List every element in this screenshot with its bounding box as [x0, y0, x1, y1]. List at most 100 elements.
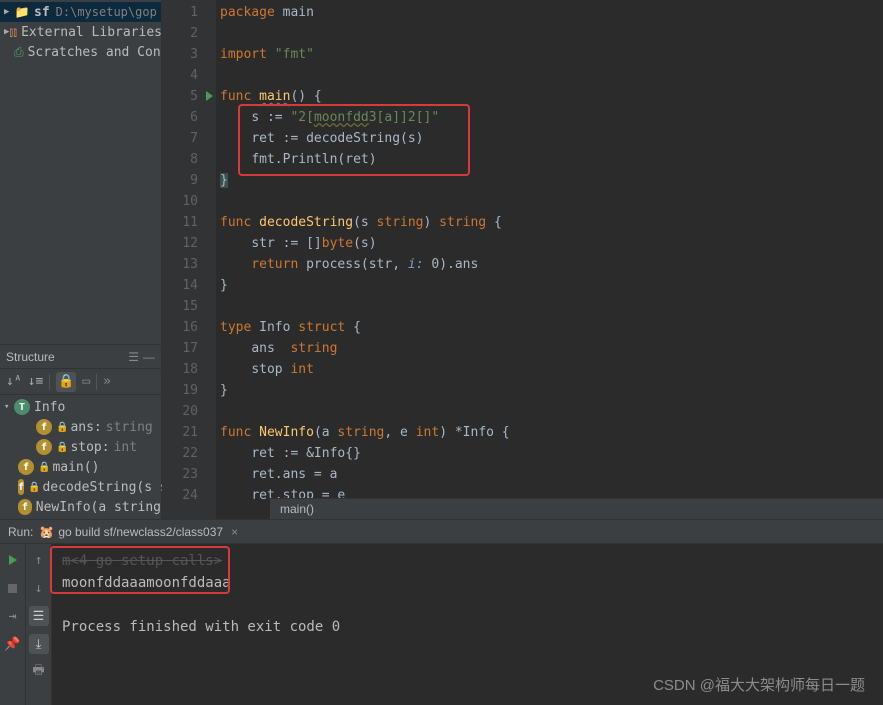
node-label: main() — [52, 460, 99, 475]
structure-node-main[interactable]: f 🔒 main() — [0, 457, 161, 477]
breadcrumb-bar[interactable]: main() — [270, 498, 883, 519]
project-root-row[interactable]: ▶ 📁 sf D:\mysetup\gop — [0, 2, 161, 22]
go-icon: 🐹 — [39, 525, 54, 539]
minimize-icon[interactable]: — — [143, 350, 155, 364]
console-dim-line: m<4 go setup calls> — [62, 550, 873, 572]
stop-button[interactable] — [3, 578, 23, 598]
soft-wrap-button[interactable]: ☰ — [29, 606, 49, 626]
lock-icon: 🔒 — [56, 422, 68, 433]
structure-node-ans[interactable]: f 🔒 ans: string — [0, 417, 161, 437]
exit-button[interactable]: ⇥ — [3, 606, 23, 626]
line-number[interactable]: 19 — [162, 380, 216, 401]
scratches-row[interactable]: ⎙ Scratches and Cons — [0, 42, 161, 62]
up-button[interactable]: ↑ — [29, 550, 49, 570]
print-button[interactable]: 🖶 — [29, 662, 49, 682]
structure-node-newinfo[interactable]: f NewInfo(a string — [0, 497, 161, 517]
line-number[interactable]: 1 — [162, 2, 216, 23]
run-toolbar-right: ↑ ↓ ☰ ⤓ 🖶 — [26, 544, 52, 705]
sort-visibility-icon[interactable]: ↓≡ — [28, 374, 44, 389]
node-label: decodeString(s s — [42, 480, 167, 495]
chevron-right-icon[interactable]: » — [103, 374, 111, 389]
down-button[interactable]: ↓ — [29, 578, 49, 598]
run-body: ⇥ 📌 ↑ ↓ ☰ ⤓ 🖶 m<4 go setup calls> moonfd… — [0, 544, 883, 705]
lock-icon[interactable]: 🔒 — [56, 372, 76, 392]
function-icon: f — [18, 499, 32, 515]
run-label: Run: — [8, 525, 33, 539]
line-number[interactable]: 15 — [162, 296, 216, 317]
lock-icon: 🔒 — [28, 482, 40, 493]
separator — [49, 374, 50, 390]
line-number[interactable]: 2 — [162, 23, 216, 44]
node-type: string — [106, 420, 153, 435]
expand-icon[interactable]: ▭ — [82, 374, 90, 389]
chevron-down-icon[interactable]: ▾ — [4, 402, 14, 412]
line-number[interactable]: 6 — [162, 107, 216, 128]
structure-title: Structure — [6, 350, 55, 364]
scroll-end-button[interactable]: ⤓ — [29, 634, 49, 654]
line-number[interactable]: 3 — [162, 44, 216, 65]
line-number[interactable]: 9 — [162, 170, 216, 191]
scratches-label: Scratches and Cons — [28, 45, 161, 60]
lock-icon: 🔒 — [38, 462, 50, 473]
field-icon: f — [36, 439, 52, 455]
code-editor[interactable]: 1 2 3 4 5 6 7 8 9 10 11 12 13 14 15 16 1… — [162, 0, 883, 519]
line-number[interactable]: 5 — [162, 86, 216, 107]
node-label: Info — [34, 400, 65, 415]
console-exit-line: Process finished with exit code 0 — [62, 616, 873, 638]
breadcrumb-item[interactable]: main() — [280, 502, 314, 516]
project-tree[interactable]: ▶ 📁 sf D:\mysetup\gop ▶ ⫾⫾ External Libr… — [0, 0, 161, 344]
line-number[interactable]: 7 — [162, 128, 216, 149]
line-number[interactable]: 14 — [162, 275, 216, 296]
lock-icon: 🔒 — [56, 442, 68, 453]
code-content[interactable]: package main import "fmt" func main() { … — [216, 0, 883, 519]
function-icon: f — [18, 459, 34, 475]
library-icon: ⫾⫾ — [9, 25, 17, 40]
node-type: int — [114, 440, 137, 455]
console-output-line: moonfddaaamoonfddaaa — [62, 572, 873, 594]
rerun-button[interactable] — [3, 550, 23, 570]
structure-header: Structure ☰ — — [0, 345, 161, 369]
close-icon[interactable]: × — [231, 525, 238, 539]
line-number[interactable]: 13 — [162, 254, 216, 275]
chevron-right-icon[interactable]: ▶ — [4, 7, 14, 17]
line-number[interactable]: 18 — [162, 359, 216, 380]
project-root-name: sf — [34, 5, 50, 20]
structure-node-decode[interactable]: f 🔒 decodeString(s s — [0, 477, 161, 497]
line-number[interactable]: 20 — [162, 401, 216, 422]
structure-node-info[interactable]: ▾ T Info — [0, 397, 161, 417]
line-number[interactable]: 17 — [162, 338, 216, 359]
line-number[interactable]: 4 — [162, 65, 216, 86]
node-label: NewInfo(a string — [36, 500, 161, 515]
settings-icon[interactable]: ☰ — [128, 350, 139, 364]
run-header: Run: 🐹 go build sf/newclass2/class037 × — [0, 520, 883, 544]
line-number[interactable]: 24 — [162, 485, 216, 506]
line-number[interactable]: 11 — [162, 212, 216, 233]
left-sidebar: ▶ 📁 sf D:\mysetup\gop ▶ ⫾⫾ External Libr… — [0, 0, 162, 519]
line-number[interactable]: 23 — [162, 464, 216, 485]
line-gutter[interactable]: 1 2 3 4 5 6 7 8 9 10 11 12 13 14 15 16 1… — [162, 0, 216, 519]
line-number[interactable]: 8 — [162, 149, 216, 170]
run-config-tab[interactable]: 🐹 go build sf/newclass2/class037 × — [39, 525, 238, 539]
run-gutter-icon[interactable] — [206, 91, 213, 101]
sort-alpha-icon[interactable]: ↓ᴬ — [6, 374, 22, 389]
pin-button[interactable]: 📌 — [3, 634, 23, 654]
run-panel: Run: 🐹 go build sf/newclass2/class037 × … — [0, 520, 883, 705]
node-label: stop: — [70, 440, 109, 455]
structure-node-stop[interactable]: f 🔒 stop: int — [0, 437, 161, 457]
folder-icon: 📁 — [14, 5, 30, 19]
run-toolbar-left: ⇥ 📌 — [0, 544, 26, 705]
line-number[interactable]: 10 — [162, 191, 216, 212]
project-root-path: D:\mysetup\gop — [56, 5, 157, 19]
console-output[interactable]: m<4 go setup calls> moonfddaaamoonfddaaa… — [52, 544, 883, 705]
type-icon: T — [14, 399, 30, 415]
line-number[interactable]: 21 — [162, 422, 216, 443]
separator — [96, 374, 97, 390]
external-libraries-row[interactable]: ▶ ⫾⫾ External Libraries — [0, 22, 161, 42]
structure-tree[interactable]: ▾ T Info f 🔒 ans: string f 🔒 stop: int — [0, 395, 161, 519]
function-icon: f — [18, 479, 24, 495]
field-icon: f — [36, 419, 52, 435]
line-number[interactable]: 16 — [162, 317, 216, 338]
external-libraries-label: External Libraries — [21, 25, 161, 40]
line-number[interactable]: 22 — [162, 443, 216, 464]
line-number[interactable]: 12 — [162, 233, 216, 254]
